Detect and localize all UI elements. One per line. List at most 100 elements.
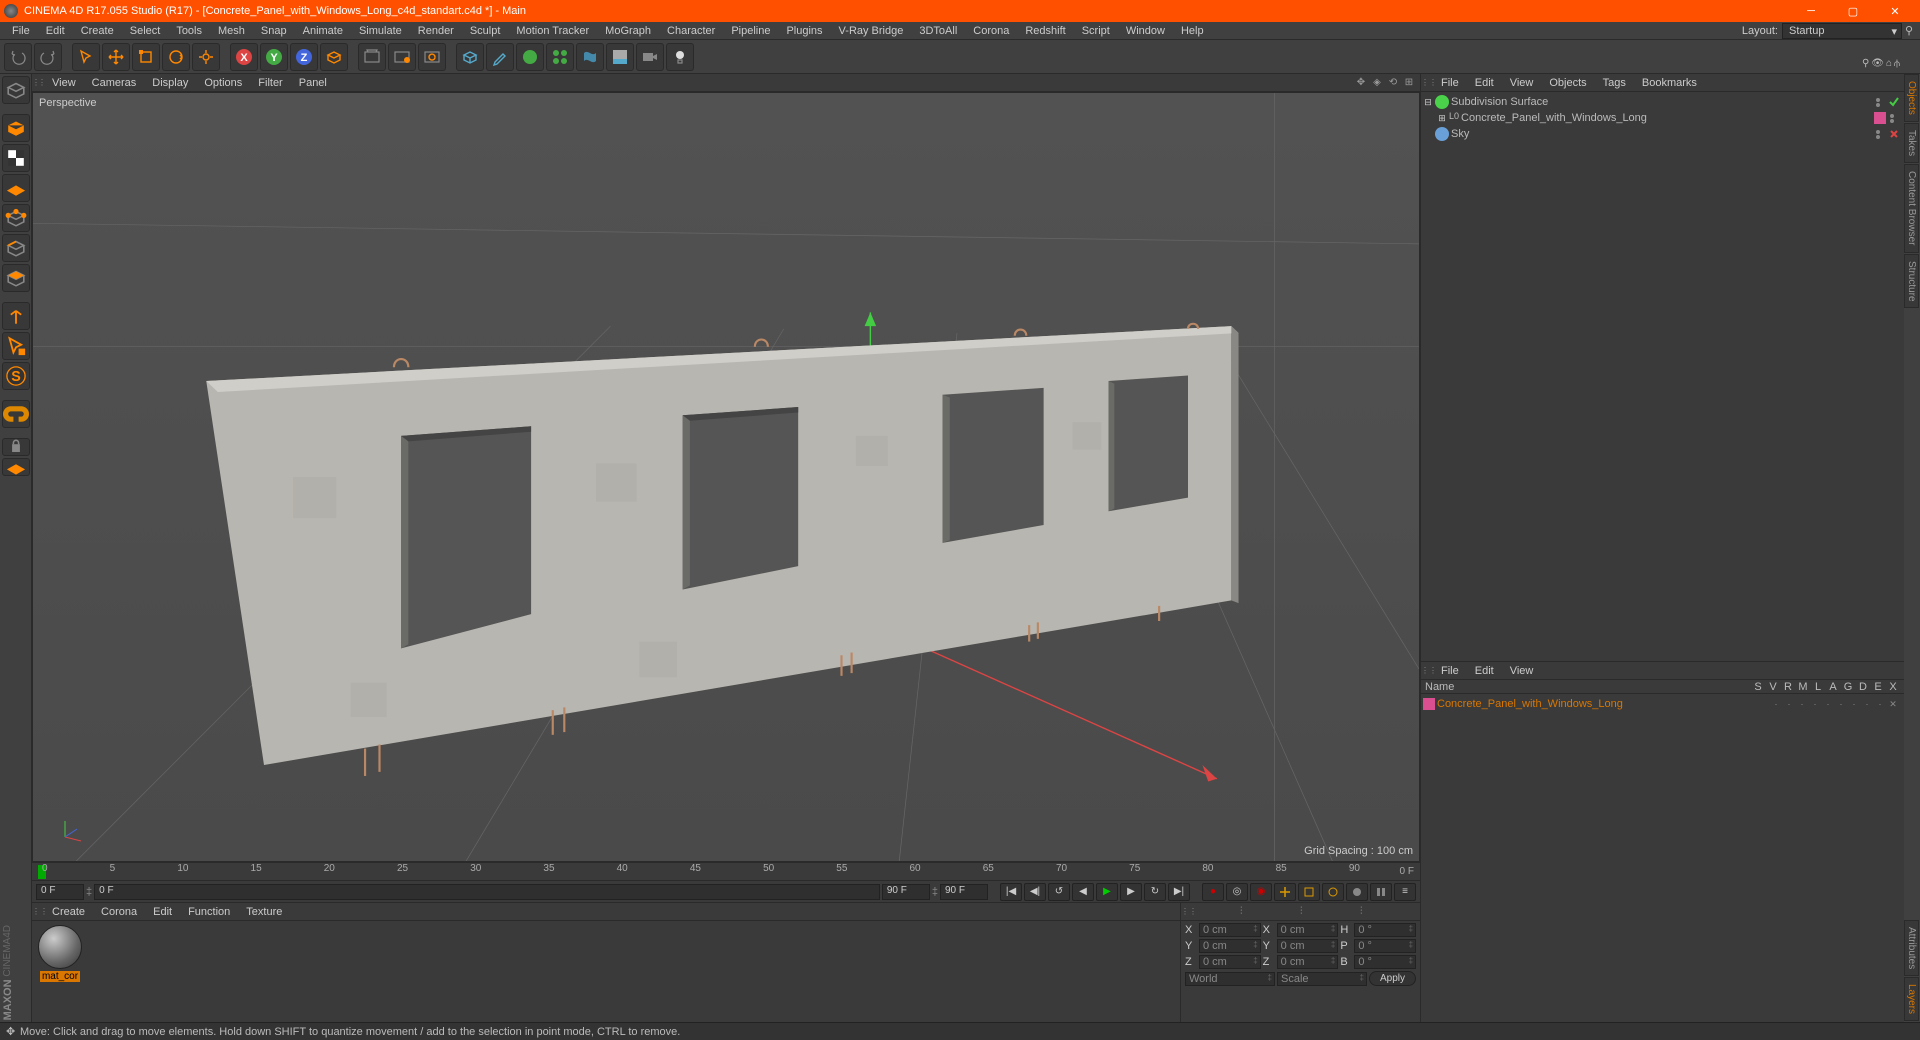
pos-x-field[interactable]: 0 cm [1199,923,1261,937]
menu-render[interactable]: Render [410,25,462,37]
record-button[interactable]: ● [1202,883,1224,901]
goto-start-button[interactable]: |◀ [1000,883,1022,901]
panel-handle[interactable]: ⋮⋮ [1181,907,1193,916]
point-mode[interactable] [2,204,30,232]
mat-menu-corona[interactable]: Corona [93,906,145,918]
minimize-button[interactable]: ─ [1790,0,1832,22]
layer-col-E[interactable]: E [1871,681,1885,693]
size-z-field[interactable]: 0 cm [1277,955,1339,969]
tag-vis[interactable] [1888,112,1900,124]
step-back-button[interactable]: ◀ [1072,883,1094,901]
menu-edit[interactable]: Edit [38,25,73,37]
pos-z-field[interactable]: 0 cm [1199,955,1261,969]
frame-current-field[interactable]: 0 F [94,884,880,900]
panel-handle[interactable]: ⋮⋮ [32,907,44,916]
menu-create[interactable]: Create [73,25,122,37]
sidetab-attributes[interactable]: Attributes [1904,920,1919,976]
redo-button[interactable] [34,43,62,71]
step-forward-button[interactable]: ▶ [1120,883,1142,901]
obj-menu-file[interactable]: File [1433,77,1467,89]
menu-tools[interactable]: Tools [168,25,210,37]
menu-v-ray-bridge[interactable]: V-Ray Bridge [831,25,912,37]
menu-3dtoall[interactable]: 3DToAll [911,25,965,37]
layer-menu-edit[interactable]: Edit [1467,665,1502,677]
menu-mograph[interactable]: MoGraph [597,25,659,37]
layer-name[interactable]: Concrete_Panel_with_Windows_Long [1437,698,1769,710]
vp-menu-options[interactable]: Options [196,77,250,89]
x-axis-lock[interactable]: X [230,43,258,71]
close-button[interactable]: ✕ [1874,0,1916,22]
obj-menu-view[interactable]: View [1502,77,1542,89]
vp-rotate-icon[interactable]: ⟲ [1386,76,1400,90]
polygon-mode[interactable] [2,264,30,292]
primitive-cube[interactable] [456,43,484,71]
material-name[interactable]: mat_cor [40,971,80,982]
vp-menu-filter[interactable]: Filter [250,77,290,89]
texture-mode[interactable] [2,144,30,172]
menu-simulate[interactable]: Simulate [351,25,410,37]
menu-pipeline[interactable]: Pipeline [723,25,778,37]
obj-search-icon[interactable]: ⚲ [1862,58,1869,69]
key-scale[interactable] [1298,883,1320,901]
goto-next-key[interactable]: ↻ [1144,883,1166,901]
obj-menu-objects[interactable]: Objects [1541,77,1594,89]
vp-menu-display[interactable]: Display [144,77,196,89]
layer-flag-S[interactable]: · [1771,699,1781,709]
menu-mesh[interactable]: Mesh [210,25,253,37]
panel-handle[interactable] [32,78,44,87]
array-icon[interactable] [546,43,574,71]
layer-menu-file[interactable]: File [1433,665,1467,677]
menu-plugins[interactable]: Plugins [778,25,830,37]
layer-flag-L[interactable]: · [1823,699,1833,709]
frame-start-field[interactable]: 0 F [36,884,84,900]
select-tool[interactable] [72,43,100,71]
render-settings[interactable] [418,43,446,71]
layer-col-L[interactable]: L [1811,681,1825,693]
autokey-button[interactable]: ◎ [1226,883,1248,901]
mat-menu-texture[interactable]: Texture [238,906,290,918]
planar-workplane[interactable] [2,458,30,476]
menu-redshift[interactable]: Redshift [1017,25,1073,37]
timeline-menu[interactable]: ≡ [1394,883,1416,901]
goto-end-button[interactable]: ▶| [1168,883,1190,901]
expand-icon[interactable]: ⊟ [1423,97,1433,108]
obj-menu-edit[interactable]: Edit [1467,77,1502,89]
menu-character[interactable]: Character [659,25,723,37]
coord-sizemode-select[interactable]: Scale [1277,972,1367,986]
rot-h-field[interactable]: 0 ° [1354,923,1416,937]
object-name[interactable]: Sky [1451,128,1872,140]
workplane-snap[interactable] [2,400,30,428]
deformer-icon[interactable] [576,43,604,71]
obj-menu-bookmarks[interactable]: Bookmarks [1634,77,1705,89]
y-axis-lock[interactable]: Y [260,43,288,71]
vp-menu-panel[interactable]: Panel [291,77,335,89]
panel-handle[interactable]: ⋮⋮ [1421,78,1433,87]
coord-apply-button[interactable]: Apply [1369,971,1416,986]
layer-flag-X[interactable]: ✕ [1888,699,1898,709]
vp-move-icon[interactable]: ✥ [1354,76,1368,90]
layout-menu-icon[interactable]: ⚲ [1902,24,1916,37]
layer-col-V[interactable]: V [1766,681,1780,693]
mat-menu-function[interactable]: Function [180,906,238,918]
viewport-solo[interactable] [2,332,30,360]
rot-p-field[interactable]: 0 ° [1354,939,1416,953]
object-row[interactable]: Sky [1423,126,1902,142]
obj-menu-tags[interactable]: Tags [1595,77,1634,89]
subdivision-icon[interactable] [516,43,544,71]
panel-handle[interactable]: ⋮⋮ [1421,666,1433,675]
timeline-ruler[interactable]: 051015202530354045505560657075808590 0 F [32,862,1420,880]
snap-toggle[interactable]: S [2,362,30,390]
vp-maximize-icon[interactable]: ⊞ [1402,76,1416,90]
goto-prev-key[interactable]: ◀| [1024,883,1046,901]
undo-button[interactable] [4,43,32,71]
menu-file[interactable]: File [4,25,38,37]
layer-col-R[interactable]: R [1781,681,1795,693]
obj-eye-icon[interactable]: 👁 [1871,58,1884,69]
layer-col-A[interactable]: A [1826,681,1840,693]
menu-help[interactable]: Help [1173,25,1212,37]
layout-selector[interactable]: Startup [1782,23,1902,39]
frame-range-end[interactable]: 90 F [882,884,930,900]
key-param[interactable] [1346,883,1368,901]
environment-icon[interactable] [606,43,634,71]
layer-color-swatch[interactable] [1423,698,1435,710]
